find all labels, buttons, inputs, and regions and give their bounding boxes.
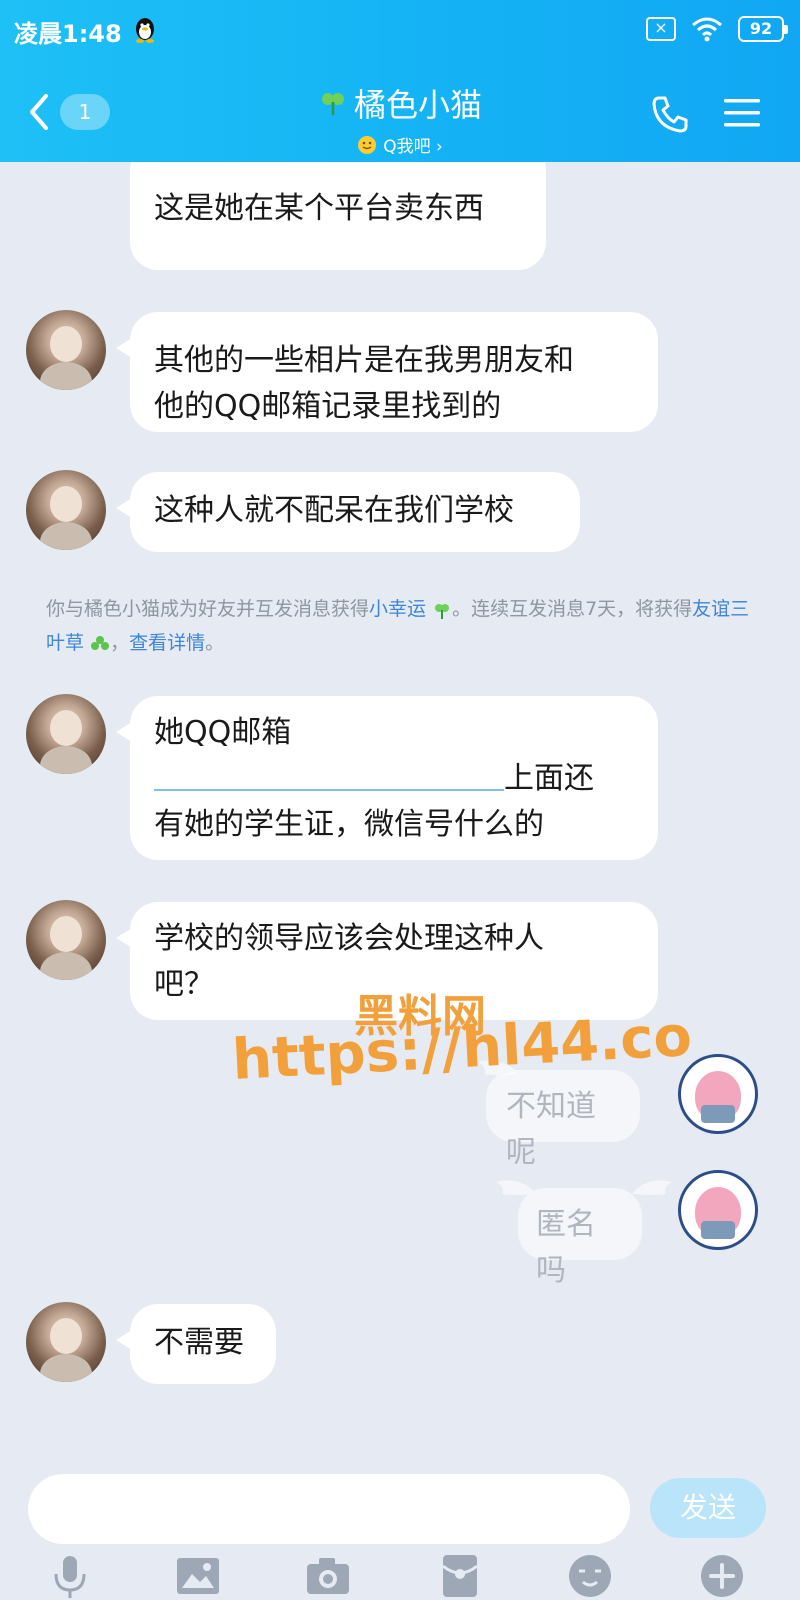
image-icon[interactable]: [174, 1552, 222, 1600]
message-bubble[interactable]: 这种人就不配呆在我们学校: [116, 472, 580, 552]
camera-icon[interactable]: [304, 1552, 352, 1600]
microphone-icon[interactable]: [46, 1552, 94, 1600]
message-text: 不需要: [154, 1325, 244, 1360]
title-line[interactable]: 橘色小猫: [318, 80, 482, 126]
message-line: 他的QQ邮箱记录里找到的: [154, 389, 502, 424]
plus-icon[interactable]: [698, 1552, 746, 1600]
three-leaf-clover-icon: [91, 635, 110, 650]
chat-title: 橘色小猫: [353, 86, 482, 124]
sys-text: 。连续互发消息7天，将获得: [452, 598, 693, 620]
message-text: 这是她在某个平台卖东西: [154, 191, 484, 226]
message-line: 其他的一些相片是在我男朋友和: [154, 343, 574, 378]
message-bubble[interactable]: 匿名吗: [518, 1188, 642, 1288]
message-line: 她QQ邮箱: [154, 715, 292, 750]
back-chevron-icon: [30, 94, 48, 130]
input-toolbar: [0, 1552, 800, 1600]
message-text: 不知道呢: [506, 1089, 596, 1170]
emoji-icon[interactable]: [566, 1552, 614, 1600]
message-bubble[interactable]: 她QQ邮箱 上面还 有她的学生证，微信号什么的: [116, 696, 658, 860]
view-details-link[interactable]: 查看详情: [129, 632, 205, 654]
phone-icon[interactable]: [650, 94, 690, 134]
status-icons: × 92: [646, 16, 788, 42]
message-line: 上面还: [154, 756, 634, 802]
my-avatar[interactable]: [678, 1170, 758, 1250]
friend-avatar[interactable]: [26, 900, 106, 980]
battery-indicator: 92: [738, 16, 788, 42]
chat-header: 凌晨1:48 × 92 1 橘色小猫 Q我吧 ›: [0, 0, 800, 162]
friend-avatar[interactable]: [26, 310, 106, 390]
message-text: 这种人就不配呆在我们学校: [154, 493, 514, 528]
menu-icon[interactable]: [722, 95, 762, 131]
sys-text: 。: [205, 632, 225, 654]
red-packet-icon[interactable]: [436, 1552, 484, 1600]
qq-penguin-icon: [136, 18, 154, 43]
message-bubble[interactable]: 这是她在某个平台卖东西: [130, 162, 546, 270]
smiley-icon: [358, 135, 377, 154]
message-line-text: 上面还: [504, 761, 594, 796]
message-bubble[interactable]: 不需要: [116, 1304, 276, 1384]
redacted-email: [154, 765, 504, 795]
message-line: 有她的学生证，微信号什么的: [154, 807, 544, 842]
friend-avatar[interactable]: [26, 470, 106, 550]
friend-avatar[interactable]: [26, 694, 106, 774]
message-bubble[interactable]: 不知道呢: [486, 1070, 640, 1170]
sys-text: 你与橘色小猫成为好友并互发消息获得: [46, 598, 370, 620]
status-time: 凌晨1:48: [14, 20, 122, 48]
sys-text: ，: [110, 632, 130, 654]
subtitle-link[interactable]: Q我吧 ›: [357, 132, 443, 157]
send-button[interactable]: 发送: [650, 1478, 766, 1538]
clover-sprout-icon: [435, 603, 450, 619]
wifi-icon: [692, 17, 722, 42]
message-input[interactable]: [28, 1474, 630, 1544]
unread-badge: 1: [60, 94, 110, 130]
message-line: 学校的领导应该会处理这种人: [154, 921, 544, 956]
chat-area[interactable]: 这是她在某个平台卖东西 其他的一些相片是在我男朋友和 他的QQ邮箱记录里找到的 …: [0, 162, 800, 1452]
friend-avatar[interactable]: [26, 1302, 106, 1382]
status-bar: 凌晨1:48 × 92: [0, 0, 800, 62]
message-text: 匿名吗: [536, 1207, 596, 1288]
clover-icon: [321, 93, 344, 115]
lucky-link[interactable]: 小幸运: [369, 598, 426, 620]
message-bubble[interactable]: 其他的一些相片是在我男朋友和 他的QQ邮箱记录里找到的: [116, 312, 658, 432]
subtitle-text: Q我吧 ›: [383, 137, 443, 157]
no-sim-icon: ×: [646, 17, 676, 41]
input-bar: 发送: [0, 1452, 800, 1600]
back-button[interactable]: 1: [24, 88, 124, 136]
system-message: 你与橘色小猫成为好友并互发消息获得小幸运 。连续互发消息7天，将获得友谊三叶草 …: [46, 592, 766, 660]
